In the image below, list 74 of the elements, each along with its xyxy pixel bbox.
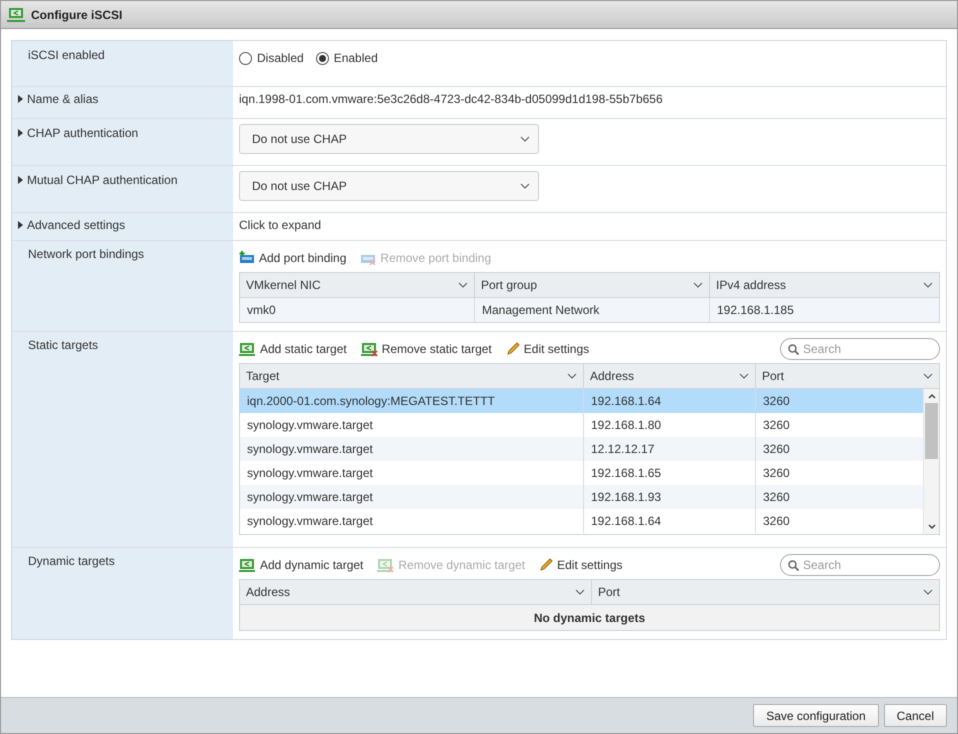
target-remove-icon: [377, 558, 394, 572]
caret-icon: [18, 95, 23, 103]
table-cell-text: 3260: [762, 417, 791, 434]
table-cell: synology.vmware.target: [240, 509, 584, 533]
empty-message: No dynamic targets: [240, 605, 939, 630]
toolbar-button[interactable]: Edit settings: [506, 342, 590, 356]
target-add-icon: [239, 342, 256, 356]
table-cell-text: 3260: [762, 393, 791, 410]
table-cell-text: 3260: [762, 489, 791, 506]
field-value[interactable]: iqn.1998-01.com.vmware:5e3c26d8-4723-dc42-834b-d05099d1d198-55b7b656: [239, 92, 940, 106]
section-label[interactable]: Mutual CHAP authentication: [27, 173, 178, 187]
table-cell: vmk0: [240, 298, 475, 322]
window-title: Configure iSCSI: [31, 8, 122, 22]
chevron-down-icon: [458, 282, 468, 288]
search-field[interactable]: Search: [780, 338, 940, 360]
pencil-icon: [539, 558, 554, 572]
toolbar-button[interactable]: Add dynamic target: [239, 558, 364, 572]
scrollbar[interactable]: [923, 389, 939, 534]
radio-option[interactable]: Enabled: [316, 51, 378, 65]
table-row[interactable]: synology.vmware.target 12.12.12.17 3260: [240, 437, 923, 461]
dropdown[interactable]: Do not use CHAP: [239, 124, 539, 154]
pencil-icon: [506, 342, 520, 356]
section-label[interactable]: Name & alias: [27, 92, 98, 106]
chevron-down-icon: [567, 373, 577, 379]
dialog-button[interactable]: Cancel: [884, 704, 947, 727]
column-header[interactable]: Port: [756, 364, 939, 388]
search-icon: [788, 560, 799, 571]
table-cell-text: 3260: [762, 513, 791, 530]
column-header[interactable]: Port: [592, 580, 939, 604]
chevron-down-icon: [923, 373, 933, 379]
table-row[interactable]: synology.vmware.target 192.168.1.93 3260: [240, 485, 923, 509]
table-row[interactable]: iqn.2000-01.com.synology:MEGATEST.TETTT 192.168.1.64 3260: [240, 389, 923, 413]
field-value[interactable]: Click to expand: [239, 218, 940, 232]
table-row[interactable]: vmk0 Management Network 192.168.1.185: [240, 298, 939, 322]
column-header[interactable]: IPv4 address: [710, 273, 939, 297]
caret-icon: [18, 129, 23, 137]
network-card-add-icon: [239, 251, 255, 265]
section-label[interactable]: Advanced settings: [27, 218, 126, 232]
section-label[interactable]: CHAP authentication: [27, 126, 138, 140]
chevron-down-icon: [923, 589, 933, 595]
section-label: Dynamic targets: [27, 554, 115, 568]
chevron-down-icon: [575, 589, 585, 595]
dropdown[interactable]: Do not use CHAP: [239, 171, 539, 201]
table-cell-text: 192.168.1.185: [716, 302, 795, 319]
section-label: iSCSI enabled: [27, 48, 105, 62]
storage-adapter-icon: [7, 6, 25, 22]
section-label: Network port bindings: [27, 247, 144, 261]
section-label: Static targets: [27, 338, 98, 352]
column-header[interactable]: Port group: [475, 273, 710, 297]
chevron-down-icon: [520, 183, 530, 189]
toolbar-button[interactable]: Add static target: [239, 342, 347, 356]
search-field[interactable]: Search: [780, 554, 940, 576]
chevron-down-icon: [739, 373, 749, 379]
table-cell-text: 3260: [762, 441, 791, 458]
toolbar-button[interactable]: Add port binding: [239, 251, 346, 265]
radio-option[interactable]: Disabled: [239, 51, 304, 65]
chevron-down-icon: [520, 136, 530, 142]
caret-icon: [18, 221, 23, 229]
dialog-button[interactable]: Save configuration: [753, 704, 879, 727]
column-header[interactable]: Target: [240, 364, 584, 388]
table-cell-text: 3260: [762, 465, 791, 482]
table-cell: 192.168.1.64: [584, 509, 756, 533]
column-header[interactable]: VMkernel NIC: [240, 273, 475, 297]
toolbar-button[interactable]: Edit settings: [539, 558, 622, 572]
chevron-down-icon: [923, 282, 933, 288]
search-icon: [788, 344, 799, 355]
column-header[interactable]: Address: [584, 364, 756, 388]
target-add-icon: [239, 558, 256, 572]
caret-icon: [18, 176, 23, 184]
target-remove-icon: [360, 342, 378, 356]
column-header[interactable]: Address: [240, 580, 592, 604]
toolbar-button[interactable]: Remove static target: [360, 342, 492, 356]
chevron-down-icon: [693, 282, 703, 288]
table-cell: Management Network: [475, 298, 710, 322]
